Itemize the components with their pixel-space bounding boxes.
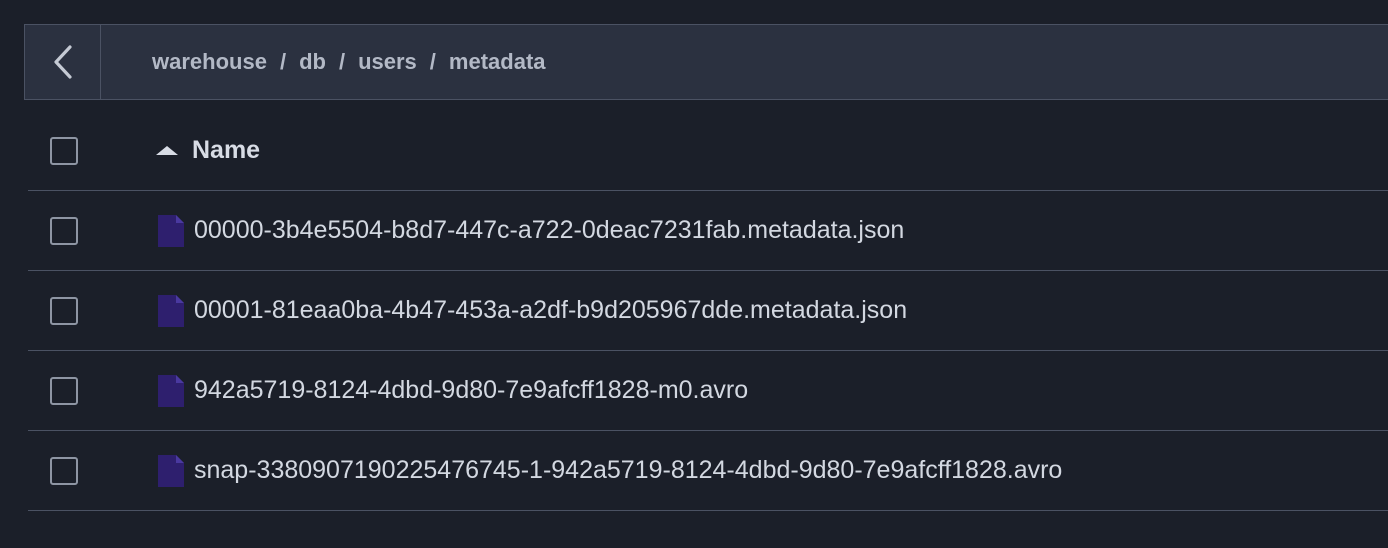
breadcrumb-item-warehouse[interactable]: warehouse [152,49,267,75]
file-icon [158,374,184,407]
file-name[interactable]: snap-3380907190225476745-1-942a5719-8124… [194,456,1062,485]
row-checkbox[interactable] [50,296,78,325]
sort-ascending-icon [156,146,178,155]
back-button[interactable] [25,25,101,99]
file-name-cell: 00000-3b4e5504-b8d7-447c-a722-0deac7231f… [158,214,904,247]
select-all-checkbox[interactable] [50,136,78,165]
breadcrumb: warehouse / db / users / metadata [152,49,546,75]
file-name[interactable]: 942a5719-8124-4dbd-9d80-7e9afcff1828-m0.… [194,376,748,405]
table-row[interactable]: 00001-81eaa0ba-4b47-453a-a2df-b9d205967d… [28,271,1388,351]
file-icon [158,454,184,487]
row-checkbox[interactable] [50,456,78,485]
file-name-cell: 942a5719-8124-4dbd-9d80-7e9afcff1828-m0.… [158,374,748,407]
name-column-label: Name [192,136,261,164]
file-name[interactable]: 00001-81eaa0ba-4b47-453a-a2df-b9d205967d… [194,296,907,325]
breadcrumb-item-users[interactable]: users [358,49,417,75]
table-row[interactable]: snap-3380907190225476745-1-942a5719-8124… [28,431,1388,511]
file-name-cell: snap-3380907190225476745-1-942a5719-8124… [158,454,1062,487]
file-name-cell: 00001-81eaa0ba-4b47-453a-a2df-b9d205967d… [158,294,907,327]
file-icon [158,294,184,327]
row-checkbox[interactable] [50,376,78,405]
file-icon [158,214,184,247]
chevron-left-icon [53,45,72,79]
table-row[interactable]: 00000-3b4e5504-b8d7-447c-a722-0deac7231f… [28,191,1388,271]
row-checkbox[interactable] [50,216,78,245]
breadcrumb-item-db[interactable]: db [299,49,326,75]
table-row[interactable]: 942a5719-8124-4dbd-9d80-7e9afcff1828-m0.… [28,351,1388,431]
file-table: Name 00000-3b4e5504-b8d7-447c-a722-0deac… [28,111,1388,511]
navigation-toolbar: warehouse / db / users / metadata [24,24,1388,100]
file-name[interactable]: 00000-3b4e5504-b8d7-447c-a722-0deac7231f… [194,216,904,245]
name-column-header[interactable]: Name [156,136,260,165]
breadcrumb-item-metadata[interactable]: metadata [449,49,546,75]
table-header-row: Name [28,111,1388,191]
breadcrumb-separator: / [429,49,436,74]
breadcrumb-separator: / [279,49,287,74]
breadcrumb-separator: / [338,49,346,74]
